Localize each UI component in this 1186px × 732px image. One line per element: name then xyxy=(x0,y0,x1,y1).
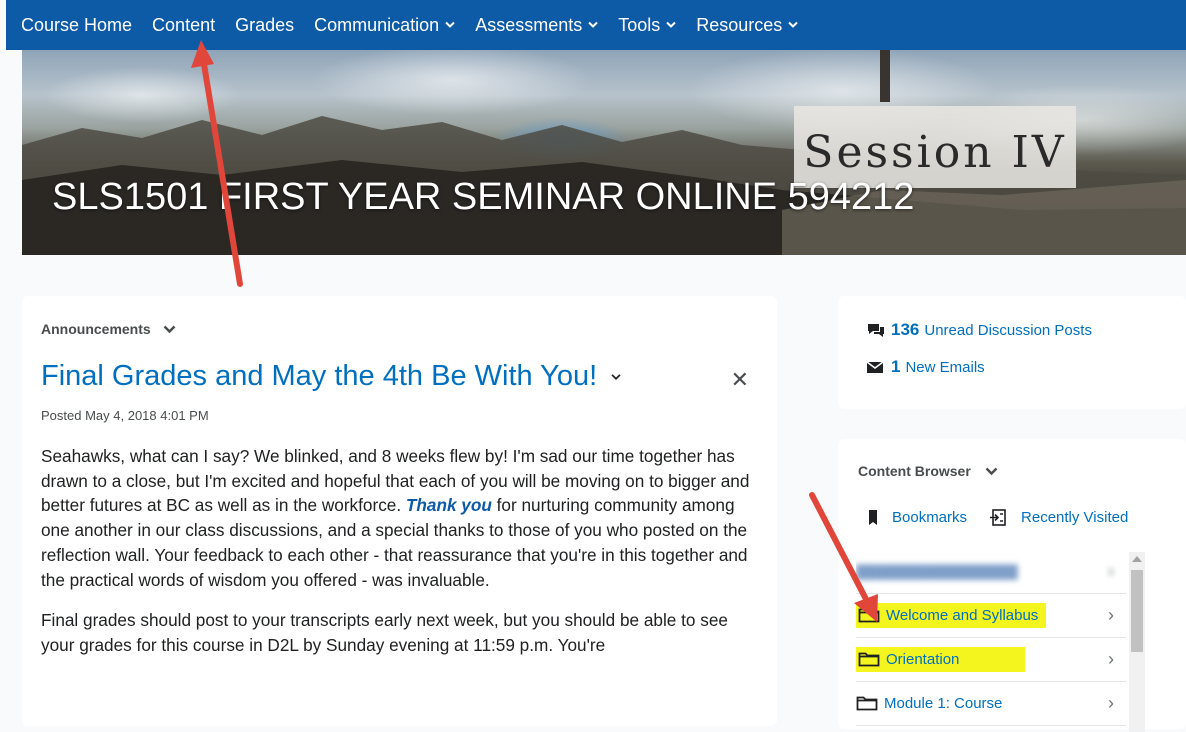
nav-course-home-label: Course Home xyxy=(21,14,133,35)
module-orientation[interactable]: Orientation › xyxy=(856,637,1126,682)
announcement-body: Seahawks, what can I say? We blinked, an… xyxy=(41,444,761,674)
bookmarks-label: Bookmarks xyxy=(892,509,968,526)
blurred-item-label: ▇▇▇▇▇▇▇▇▇▇▇▇▇▇ xyxy=(856,563,1018,580)
course-title: SLS1501 FIRST YEAR SEMINAR ONLINE 594212 xyxy=(52,176,915,218)
unread-discussion-link[interactable]: 136 Unread Discussion Posts xyxy=(866,320,1092,340)
module-title: Module 1: Course xyxy=(884,694,1003,712)
bookmark-icon xyxy=(869,510,877,525)
announcements-widget: Announcements Final Grades and May the 4… xyxy=(22,296,777,726)
chevron-right-icon: › xyxy=(1108,560,1114,581)
nav-content-label: Content xyxy=(152,14,216,35)
nav-resources-label: Resources xyxy=(696,14,783,35)
module-label: Module 1: Course xyxy=(856,695,1002,712)
nav-assessments-label: Assessments xyxy=(475,14,583,35)
nav-resources[interactable]: Resources xyxy=(696,14,799,36)
list-item-blurred[interactable]: ▇▇▇▇▇▇▇▇▇▇▇▇▇▇ › xyxy=(856,549,1126,594)
nav-communication-label: Communication xyxy=(314,14,440,35)
nav-course-home[interactable]: Course Home xyxy=(21,15,132,36)
module-title: Orientation xyxy=(886,650,960,668)
module-welcome-and-syllabus[interactable]: Welcome and Syllabus › xyxy=(856,593,1126,638)
content-list-scrollbar[interactable] xyxy=(1129,552,1145,732)
body-emphasis: Thank you xyxy=(405,495,492,516)
nav-content[interactable]: Content xyxy=(152,15,215,36)
scroll-up-icon[interactable] xyxy=(1132,556,1142,562)
module-label: Orientation xyxy=(856,646,1026,672)
updates-widget: 136 Unread Discussion Posts 1 New Emails xyxy=(838,296,1186,409)
module-1-course[interactable]: Module 1: Course › xyxy=(856,681,1126,726)
discussion-label: Unread Discussion Posts xyxy=(924,321,1092,339)
chevron-down-icon xyxy=(588,21,598,28)
chevron-down-icon xyxy=(163,325,176,333)
announcement-title[interactable]: Final Grades and May the 4th Be With You… xyxy=(41,360,621,393)
chevron-down-icon[interactable] xyxy=(611,373,621,381)
nav-tools-label: Tools xyxy=(618,14,661,35)
envelope-icon xyxy=(866,361,884,373)
content-browser-widget: Content Browser Bookmarks Recently Visit… xyxy=(838,439,1186,732)
chevron-down-icon xyxy=(445,21,455,28)
email-label: New Emails xyxy=(905,358,985,376)
content-browser-header-label: Content Browser xyxy=(858,463,971,479)
chevron-down-icon xyxy=(666,21,676,28)
email-count: 1 xyxy=(891,357,901,376)
chevron-down-icon xyxy=(985,467,998,475)
folder-icon xyxy=(858,652,880,667)
nav-communication[interactable]: Communication xyxy=(314,15,455,36)
nav-assessments[interactable]: Assessments xyxy=(475,15,598,36)
course-navbar: Course Home Content Grades Communication… xyxy=(6,0,1186,50)
announcement-paragraph: Seahawks, what can I say? We blinked, an… xyxy=(41,444,761,592)
nav-grades-label: Grades xyxy=(235,14,295,35)
content-browser-links: Bookmarks Recently Visited xyxy=(868,509,1150,526)
folder-icon xyxy=(856,696,878,711)
scrollbar-thumb[interactable] xyxy=(1131,570,1143,652)
bookmarks-link[interactable]: Bookmarks xyxy=(868,509,967,526)
folder-icon xyxy=(858,608,880,623)
nav-tools[interactable]: Tools xyxy=(618,15,676,36)
announcement-title-text: Final Grades and May the 4th Be With You… xyxy=(41,360,598,392)
module-label: Welcome and Syllabus xyxy=(856,602,1047,628)
posted-date: Posted May 4, 2018 4:01 PM xyxy=(41,408,209,423)
new-emails-link[interactable]: 1 New Emails xyxy=(866,357,985,377)
module-title: Welcome and Syllabus xyxy=(886,606,1039,624)
announcements-header[interactable]: Announcements xyxy=(41,321,176,337)
content-browser-header[interactable]: Content Browser xyxy=(858,463,998,479)
course-banner-image: Session IV SLS1501 FIRST YEAR SEMINAR ON… xyxy=(22,50,1186,255)
recently-visited-link[interactable]: Recently Visited xyxy=(989,509,1128,526)
nav-grades[interactable]: Grades xyxy=(235,15,294,36)
chevron-right-icon[interactable]: › xyxy=(1108,693,1114,714)
content-module-list: ▇▇▇▇▇▇▇▇▇▇▇▇▇▇ › Welcome and Syllabus › … xyxy=(856,549,1146,729)
discussion-icon xyxy=(868,324,884,337)
discussion-count: 136 xyxy=(891,320,920,339)
announcements-header-label: Announcements xyxy=(41,321,151,337)
recently-visited-label: Recently Visited xyxy=(1021,509,1129,526)
chevron-down-icon xyxy=(788,21,799,28)
dismiss-close-icon[interactable]: ✕ xyxy=(731,367,749,393)
chevron-right-icon[interactable]: › xyxy=(1108,605,1114,626)
recently-visited-icon xyxy=(990,509,1006,526)
chevron-right-icon[interactable]: › xyxy=(1108,649,1114,670)
announcement-paragraph: Final grades should post to your transcr… xyxy=(41,610,728,655)
